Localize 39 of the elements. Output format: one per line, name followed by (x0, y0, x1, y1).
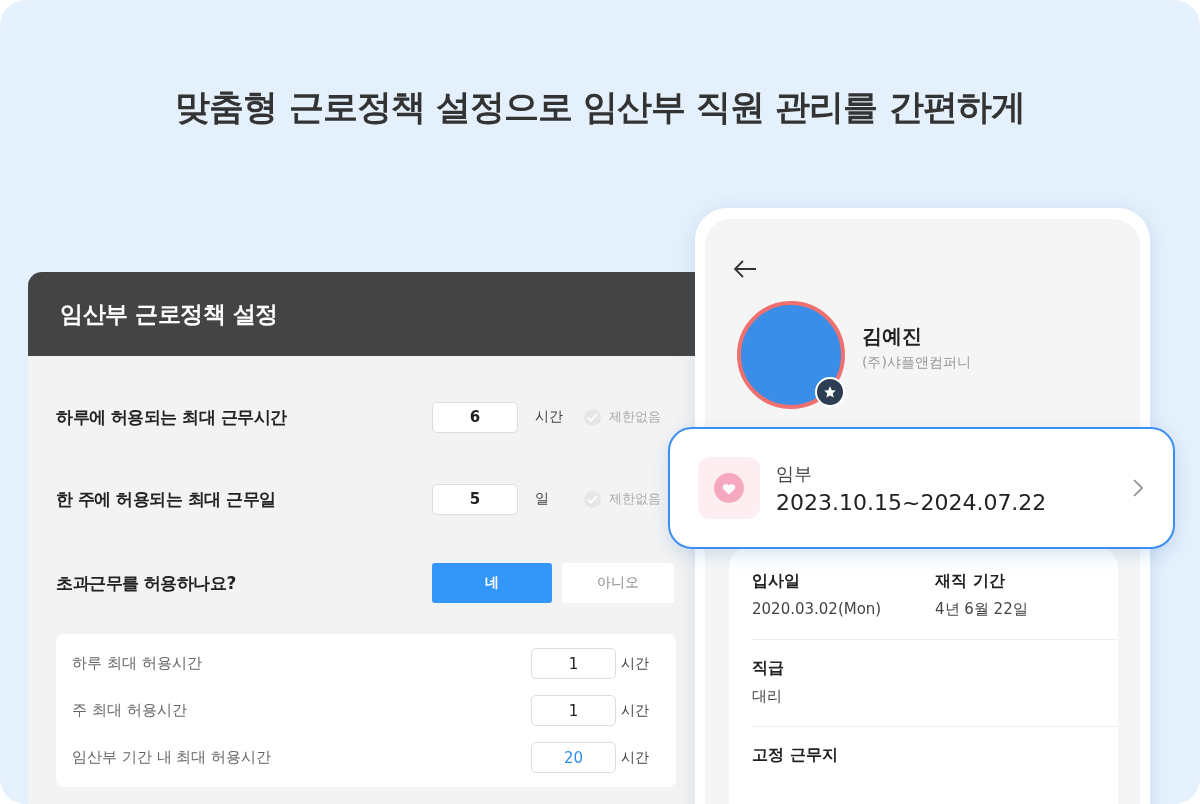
checkmark-icon (587, 412, 598, 422)
status-type: 임부 (776, 461, 813, 486)
employee-name: 김예진 (862, 322, 923, 350)
field-label: 재직 기간 (935, 571, 1006, 592)
unit-label: 시간 (620, 654, 650, 673)
unit-label: 일 (535, 490, 550, 508)
limit-label: 주 최대 허용시간 (72, 701, 188, 720)
unit-label: 시간 (620, 748, 650, 767)
limit-label: 하루 최대 허용시간 (72, 654, 203, 673)
question-label: 초과근무를 허용하나요? (56, 571, 237, 595)
checkbox-label: 제한없음 (609, 490, 661, 508)
field-label: 고정 근무지 (752, 745, 839, 766)
checkmark-icon (587, 494, 598, 504)
field-value: 대리 (752, 687, 783, 706)
back-arrow-icon[interactable] (733, 259, 757, 279)
field-label: 직급 (752, 658, 785, 679)
field-value: 2020.03.02(Mon) (752, 600, 883, 618)
checkbox[interactable] (584, 408, 601, 426)
option-button[interactable]: 아니오 (562, 563, 674, 603)
number-field[interactable]: 1 (531, 695, 616, 726)
number-field[interactable]: 1 (531, 648, 616, 679)
unit-label: 시간 (620, 701, 650, 720)
headline: 맞춤형 근로정책 설정으로 임산부 직원 관리를 간편하게 (175, 86, 1025, 129)
panel-title: 임산부 근로정책 설정 (60, 299, 278, 329)
field-label: 입사일 (752, 571, 801, 592)
setting-label: 하루에 허용되는 최대 근무시간 (56, 405, 288, 429)
number-field[interactable]: 5 (432, 483, 518, 515)
chevron-right-icon (1133, 479, 1143, 497)
limit-label: 임산부 기간 내 최대 허용시간 (72, 748, 273, 767)
field-value: 4년 6월 22일 (935, 600, 1029, 619)
company-name: (주)샤플앤컴퍼니 (862, 353, 971, 372)
star-badge-icon (815, 377, 845, 407)
status-card[interactable]: 임부 2023.10.15~2024.07.22 (668, 427, 1175, 549)
setting-label: 한 주에 허용되는 최대 근무일 (56, 487, 277, 511)
checkbox[interactable] (584, 490, 601, 508)
unit-label: 시간 (535, 408, 564, 426)
number-field[interactable]: 6 (432, 401, 518, 433)
checkbox-label: 제한없음 (609, 408, 661, 426)
status-period: 2023.10.15~2024.07.22 (776, 489, 1048, 515)
